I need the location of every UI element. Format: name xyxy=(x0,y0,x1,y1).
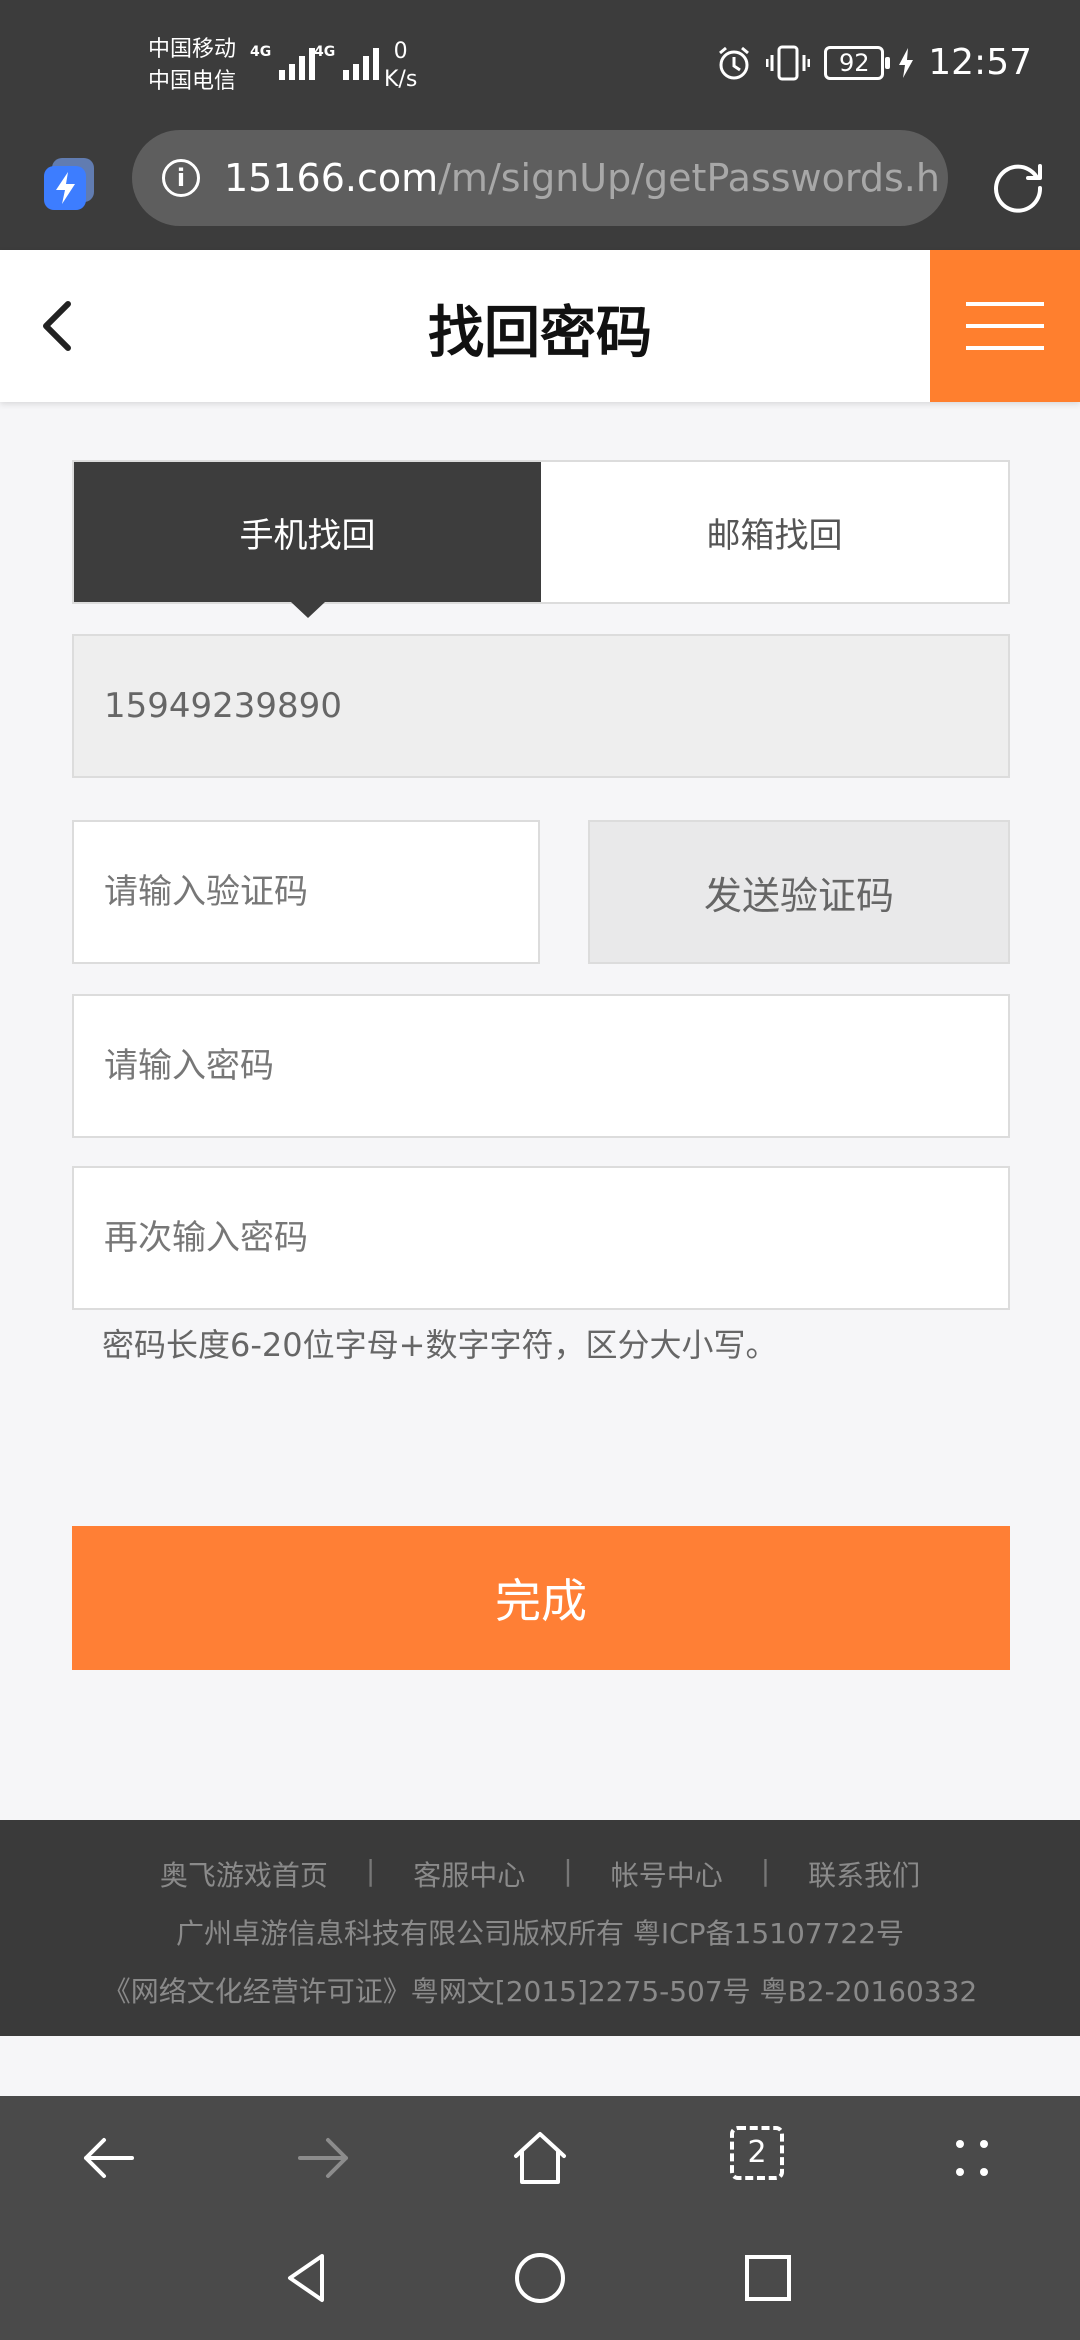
nav-recents-icon[interactable] xyxy=(738,2248,798,2308)
footer-links: 奥飞游戏首页 | 客服中心 | 帐号中心 | 联系我们 xyxy=(0,1854,1080,1894)
tab-switcher-icon[interactable]: 2 xyxy=(730,2126,784,2180)
more-menu-icon[interactable] xyxy=(940,2126,1004,2190)
nav-home-icon[interactable] xyxy=(510,2248,570,2308)
tab-email-recovery[interactable]: 邮箱找回 xyxy=(541,462,1008,602)
footer-link-support[interactable]: 客服中心 xyxy=(413,1854,525,1894)
charging-icon xyxy=(899,47,914,78)
signal-2-icon: 4G xyxy=(314,44,380,80)
phone-number-field[interactable]: 15949239890 xyxy=(72,634,1010,778)
page-title: 找回密码 xyxy=(428,301,652,366)
system-navigation-bar xyxy=(0,2218,1080,2340)
browser-address-bar: i 15166.com /m/signUp/getPasswords.h xyxy=(0,130,1080,250)
browser-toolbar xyxy=(0,2096,1080,2218)
status-bar: 中国移动 中国电信 4G 4G 0 K/s 92 12:57 xyxy=(0,0,1080,130)
menu-line-icon xyxy=(966,346,1044,350)
speed-value: 0 xyxy=(393,39,408,64)
footer-separator: | xyxy=(760,1854,771,1887)
menu-line-icon xyxy=(966,302,1044,306)
url-field[interactable]: i 15166.com /m/signUp/getPasswords.h xyxy=(132,130,948,226)
footer-link-account[interactable]: 帐号中心 xyxy=(611,1854,723,1894)
footer: 奥飞游戏首页 | 客服中心 | 帐号中心 | 联系我们 广州卓游信息科技有限公司… xyxy=(0,1820,1080,2036)
footer-copyright: 广州卓游信息科技有限公司版权所有 粤ICP备15107722号 xyxy=(175,1917,905,1950)
back-icon[interactable] xyxy=(76,2126,140,2190)
page-header: 找回密码 xyxy=(0,250,1080,402)
carrier-labels: 中国移动 中国电信 xyxy=(148,34,236,98)
confirm-password-input[interactable] xyxy=(72,1166,1010,1310)
network-type-1: 4G xyxy=(250,44,272,60)
forward-icon[interactable] xyxy=(292,2126,356,2190)
battery-indicator: 92 xyxy=(824,45,891,80)
site-info-icon[interactable]: i xyxy=(162,159,200,197)
browser-logo-icon[interactable] xyxy=(42,156,98,212)
password-hint: 密码长度6-20位字母+数字字符，区分大小写。 xyxy=(102,1326,778,1364)
speed-unit: K/s xyxy=(384,67,418,92)
url-host: 15166.com xyxy=(224,156,439,200)
nav-back-icon[interactable] xyxy=(278,2248,338,2308)
menu-line-icon xyxy=(966,324,1044,328)
signal-1-icon: 4G xyxy=(250,44,316,80)
footer-license: 《网络文化经营许可证》粤网文[2015]2275-507号 粤B2-201603… xyxy=(102,1975,978,2008)
footer-link-contact[interactable]: 联系我们 xyxy=(808,1854,920,1894)
footer-separator: | xyxy=(365,1854,376,1887)
footer-separator: | xyxy=(563,1854,573,1887)
submit-button[interactable]: 完成 xyxy=(72,1526,1010,1670)
home-icon[interactable] xyxy=(508,2126,572,2190)
recovery-tabs: 手机找回 邮箱找回 xyxy=(72,460,1010,604)
password-input[interactable] xyxy=(72,994,1010,1138)
reload-icon[interactable] xyxy=(988,154,1048,214)
footer-link-home[interactable]: 奥飞游戏首页 xyxy=(160,1854,328,1894)
menu-button[interactable] xyxy=(930,250,1080,402)
network-speed: 0 K/s xyxy=(384,38,417,94)
alarm-icon xyxy=(719,46,750,79)
carrier-1: 中国移动 xyxy=(148,37,237,62)
vibrate-icon xyxy=(766,45,811,80)
carrier-2: 中国电信 xyxy=(148,69,237,94)
send-code-button[interactable]: 发送验证码 xyxy=(588,820,1010,964)
verification-code-input[interactable] xyxy=(72,820,540,964)
status-right: 92 12:57 xyxy=(716,42,1032,83)
clock: 12:57 xyxy=(928,42,1032,83)
network-type-2: 4G xyxy=(314,44,336,60)
tab-phone-recovery[interactable]: 手机找回 xyxy=(74,462,541,602)
url-path: /m/signUp/getPasswords.h xyxy=(438,156,940,200)
